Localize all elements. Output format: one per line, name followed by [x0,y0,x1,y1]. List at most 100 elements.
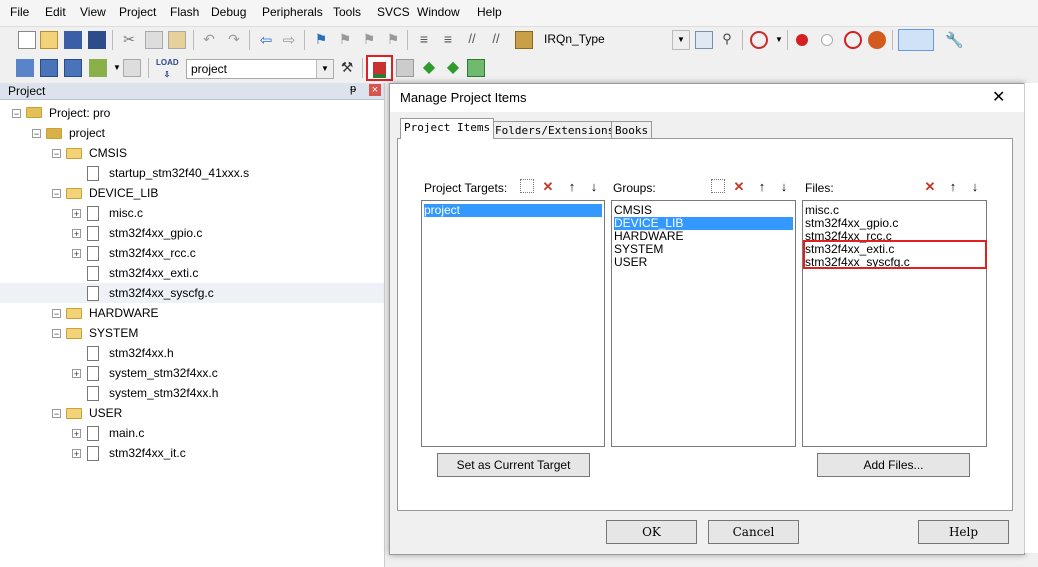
uncomment-icon[interactable]: // [487,31,505,49]
tree-file-item[interactable]: + stm32f4xx_rcc.c [0,243,384,263]
tree-file-item[interactable]: + misc.c [0,203,384,223]
menu-view[interactable]: View [80,5,106,19]
new-file-icon[interactable] [18,31,36,49]
tab-folders-extensions[interactable]: Folders/Extensions [491,121,619,139]
move-down-icon[interactable]: ↓ [776,179,792,195]
software-packs-icon[interactable] [467,59,485,77]
breakpoint-icon[interactable] [796,34,808,46]
collapse-icon[interactable]: − [52,149,61,159]
tree-file-item[interactable]: stm32f4xx.h [0,343,384,363]
tree-file-item[interactable]: + stm32f4xx_it.c [0,443,384,463]
find-combo[interactable]: IRQn_Type ▼ [540,30,690,50]
expand-icon[interactable]: + [72,429,81,439]
menu-window[interactable]: Window [417,5,460,19]
menu-debug[interactable]: Debug [211,5,246,19]
build-icon[interactable] [40,59,58,77]
set-current-target-button[interactable]: Set as Current Target [437,453,590,477]
targets-list[interactable]: project [421,200,605,447]
save-all-icon[interactable] [88,31,106,49]
expand-icon[interactable]: + [72,449,81,459]
debug-session-icon[interactable] [750,31,768,49]
files-list[interactable]: misc.c stm32f4xx_gpio.c stm32f4xx_rcc.c stm… [802,200,987,447]
pin-icon[interactable]: ᵽ [350,83,356,95]
menu-help[interactable]: Help [477,5,502,19]
tree-group-item[interactable]: − USER [0,403,384,423]
unindent-icon[interactable]: ≡ [439,31,457,49]
new-target-icon[interactable] [520,179,534,193]
cut-icon[interactable]: ✂ [120,31,138,49]
delete-group-icon[interactable]: ✕ [731,179,747,195]
collapse-icon[interactable]: − [52,409,61,419]
kill-all-breakpoints-icon[interactable] [868,31,886,49]
prev-bookmark-icon[interactable]: ⚑ [336,31,354,49]
tree-file-item[interactable]: startup_stm32f40_41xxx.s [0,163,384,183]
menu-edit[interactable]: Edit [45,5,66,19]
delete-file-icon[interactable]: ✕ [922,179,938,195]
tree-file-item[interactable]: + main.c [0,423,384,443]
select-packs-icon[interactable] [396,59,414,77]
target-options-icon[interactable]: ⚒ [338,59,356,77]
list-item[interactable]: USER [614,256,647,269]
tree-file-item[interactable]: system_stm32f4xx.h [0,383,384,403]
stop-build-icon[interactable] [123,59,141,77]
tree-root-item[interactable]: − Project: pro [0,103,384,123]
collapse-icon[interactable]: − [52,189,61,199]
tree-target-item[interactable]: − project [0,123,384,143]
expand-icon[interactable]: + [72,249,81,259]
move-up-icon[interactable]: ↑ [945,179,961,195]
tree-group-item[interactable]: − SYSTEM [0,323,384,343]
batch-build-icon[interactable] [89,59,107,77]
new-group-icon[interactable] [711,179,725,193]
tree-file-item[interactable]: stm32f4xx_syscfg.c [0,283,384,303]
tree-group-item[interactable]: − DEVICE_LIB [0,183,384,203]
menu-project[interactable]: Project [119,5,156,19]
expand-icon[interactable]: + [72,369,81,379]
collapse-icon[interactable]: − [52,309,61,319]
add-files-button[interactable]: Add Files... [817,453,970,477]
ok-button[interactable]: OK [606,520,697,544]
load-icon[interactable]: LOAD ⇩ [156,57,179,79]
list-item[interactable]: project [424,204,602,217]
redo-icon[interactable]: ↷ [225,31,243,49]
indent-icon[interactable]: ≡ [415,31,433,49]
move-down-icon[interactable]: ↓ [586,179,602,195]
copy-icon[interactable] [145,31,163,49]
disable-breakpoint-icon[interactable] [821,34,833,46]
find-in-files-icon[interactable] [515,31,533,49]
menu-svcs[interactable]: SVCS [377,5,410,19]
help-button[interactable]: Help [918,520,1009,544]
tree-file-item[interactable]: + stm32f4xx_gpio.c [0,223,384,243]
debug-dropdown-icon[interactable]: ▼ [770,31,788,49]
paste-icon[interactable] [168,31,186,49]
target-combo[interactable]: project ▼ [186,59,334,79]
manage-project-items-button[interactable] [366,55,393,81]
undo-icon[interactable]: ↶ [200,31,218,49]
save-icon[interactable] [64,31,82,49]
comment-icon[interactable]: // [463,31,481,49]
rebuild-icon[interactable] [64,59,82,77]
menu-peripherals[interactable]: Peripherals [262,5,323,19]
translate-icon[interactable] [16,59,34,77]
kill-breakpoints-icon[interactable] [844,31,862,49]
menu-flash[interactable]: Flash [170,5,199,19]
nav-back-icon[interactable]: ⇦ [257,31,275,49]
tree-group-item[interactable]: − CMSIS [0,143,384,163]
expand-icon[interactable]: + [72,229,81,239]
move-up-icon[interactable]: ↑ [754,179,770,195]
move-down-icon[interactable]: ↓ [967,179,983,195]
tree-file-item[interactable]: + system_stm32f4xx.c [0,363,384,383]
close-panel-icon[interactable]: × [369,84,381,96]
pack-installer-icon[interactable]: ◆ [444,59,462,77]
incremental-find-icon[interactable]: ⚲ [718,31,736,49]
collapse-icon[interactable]: − [52,329,61,339]
window-layout-icon[interactable] [898,29,934,51]
nav-forward-icon[interactable]: ⇨ [280,31,298,49]
tab-books[interactable]: Books [611,121,653,139]
find-icon[interactable] [695,31,713,49]
wrench-icon[interactable]: 🔧 [945,31,964,49]
manage-rte-icon[interactable]: ◆ [420,59,438,77]
move-up-icon[interactable]: ↑ [564,179,580,195]
chevron-down-icon[interactable]: ▼ [316,60,333,78]
menu-tools[interactable]: Tools [333,5,361,19]
open-folder-icon[interactable] [40,31,58,49]
